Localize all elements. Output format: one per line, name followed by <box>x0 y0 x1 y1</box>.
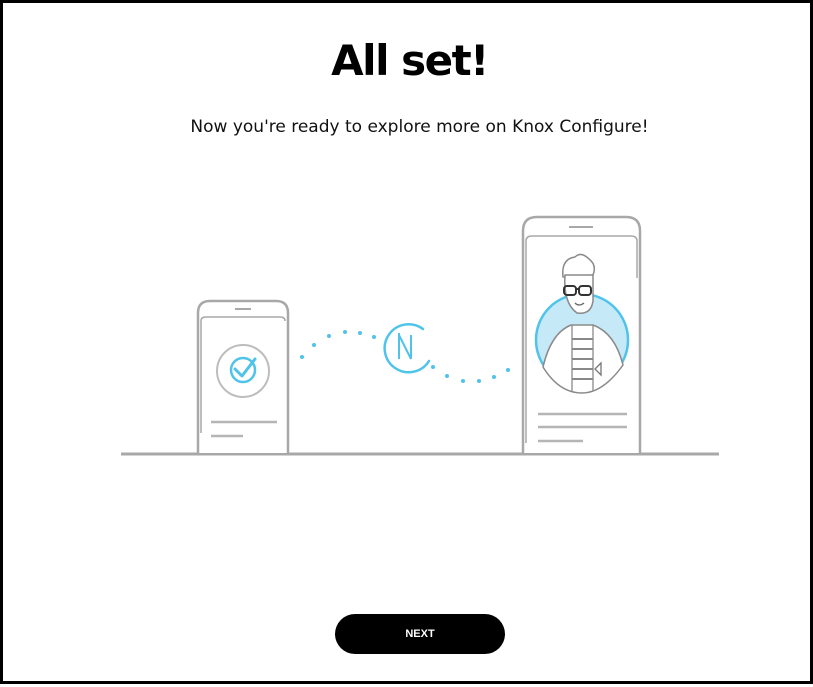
next-button[interactable]: NEXT <box>335 614 505 654</box>
phone-profile-icon <box>521 215 642 453</box>
app-window: All set! Now you're ready to explore mor… <box>0 0 813 684</box>
phone-check-icon <box>196 299 290 453</box>
nfc-setup-illustration <box>121 215 719 456</box>
dotted-path-right <box>431 365 510 383</box>
dotted-path-left <box>300 330 376 359</box>
nfc-icon <box>383 323 431 374</box>
